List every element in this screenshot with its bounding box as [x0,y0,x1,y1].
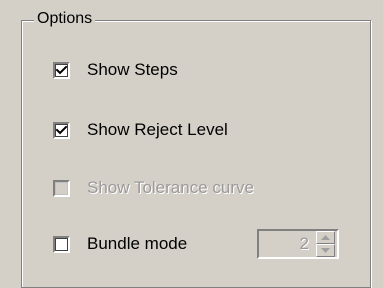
spin-down-button[interactable] [316,244,335,257]
show-steps-option[interactable]: Show Steps [53,57,178,83]
show-reject-level-checkbox[interactable] [53,121,70,139]
options-group-title: Options [34,9,96,29]
spin-up-arrow-icon [321,235,330,240]
show-steps-label: Show Steps [87,60,178,79]
bundle-count-value[interactable]: 2 [259,231,309,257]
show-steps-checkbox[interactable] [53,61,70,79]
bundle-count-spinner[interactable]: 2 [257,229,339,259]
bundle-mode-checkbox[interactable] [53,235,70,253]
show-reject-level-option[interactable]: Show Reject Level [53,117,228,143]
show-tolerance-curve-checkbox[interactable] [53,179,70,197]
checkmark-icon [56,125,67,134]
show-tolerance-curve-label: Show Tolerance curve [87,178,254,197]
spin-up-button[interactable] [316,231,335,244]
bundle-mode-option[interactable]: Bundle mode [53,231,187,257]
show-tolerance-curve-option[interactable]: Show Tolerance curve [53,175,254,201]
checkmark-icon [56,65,67,74]
show-reject-level-label: Show Reject Level [87,120,228,139]
spin-down-arrow-icon [321,248,330,253]
bundle-mode-label: Bundle mode [87,234,188,253]
